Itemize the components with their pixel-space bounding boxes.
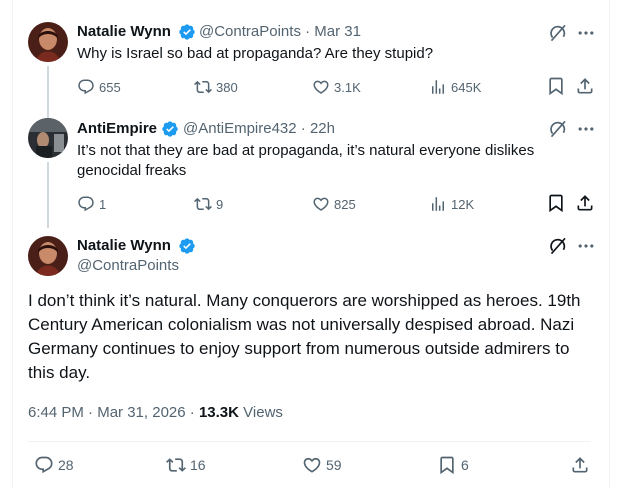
author-handle[interactable]: @AntiEmpire432 — [183, 120, 297, 137]
author-handle[interactable]: @ContraPoints — [199, 23, 301, 40]
share-icon — [575, 76, 595, 96]
like-count: 3.1K — [334, 79, 361, 95]
reply-count: 655 — [99, 79, 121, 95]
reply-icon — [77, 78, 95, 96]
grok-icon[interactable] — [548, 23, 568, 43]
verified-badge-icon — [161, 120, 179, 138]
grok-icon[interactable] — [548, 236, 568, 256]
author-name[interactable]: Natalie Wynn — [77, 22, 171, 42]
post-date[interactable]: Mar 31, 2026 — [97, 404, 185, 421]
reply-count: 28 — [58, 457, 74, 473]
views-button[interactable]: 645K — [429, 77, 481, 97]
share-icon — [575, 193, 595, 213]
tweet-text: Why is Israel so bad at propaganda? Are … — [77, 45, 434, 62]
share-button[interactable] — [575, 193, 595, 213]
reply-button[interactable]: 28 — [34, 455, 74, 475]
bookmark-button[interactable]: 6 — [437, 455, 469, 475]
like-icon — [312, 195, 330, 213]
verified-badge-icon — [178, 23, 196, 41]
share-button[interactable] — [575, 76, 595, 96]
tweet-text: It’s not that they are bad at propaganda… — [77, 142, 535, 179]
reply-icon — [34, 455, 54, 475]
views-count: 645K — [451, 79, 482, 95]
thread-connector-line — [47, 66, 49, 118]
tweet-meta: @ContraPoints · Mar 31 — [199, 22, 361, 42]
views-button[interactable]: 12K — [429, 194, 474, 214]
repost-icon — [194, 78, 212, 96]
like-button[interactable]: 59 — [302, 455, 342, 475]
views-label: Views — [243, 404, 283, 421]
author-name[interactable]: AntiEmpire — [77, 119, 157, 139]
bookmark-count: 6 — [461, 457, 469, 473]
bookmark-button[interactable] — [546, 76, 566, 96]
verified-badge-icon — [178, 237, 196, 255]
avatar-antiempire[interactable] — [28, 118, 68, 158]
divider — [28, 441, 591, 442]
meta-separator: · — [300, 120, 306, 137]
tweet-date[interactable]: 22h — [310, 120, 335, 137]
author-name[interactable]: Natalie Wynn — [77, 236, 171, 256]
author-handle[interactable]: @ContraPoints — [77, 256, 179, 276]
avatar-natalie-wynn[interactable] — [28, 22, 68, 62]
like-count: 825 — [334, 196, 356, 212]
views-total: 13.3K — [198, 404, 239, 421]
repost-button[interactable]: 16 — [166, 455, 206, 475]
main-post-text: I don’t think it’s natural. Many conquer… — [28, 291, 581, 382]
avatar-natalie-wynn[interactable] — [28, 236, 68, 276]
tweet-meta: @AntiEmpire432 · 22h — [183, 119, 335, 139]
more-icon[interactable] — [576, 119, 596, 139]
bookmark-button[interactable] — [546, 193, 566, 213]
bookmark-icon — [437, 455, 457, 475]
repost-icon — [166, 455, 186, 475]
repost-count: 16 — [190, 457, 206, 473]
grok-icon[interactable] — [548, 119, 568, 139]
repost-count: 380 — [216, 79, 238, 95]
like-button[interactable]: 3.1K — [312, 77, 361, 97]
reply-icon — [77, 195, 95, 213]
post-time[interactable]: 6:44 PM — [28, 404, 84, 421]
meta-separator: · — [305, 23, 311, 40]
tweet-date[interactable]: Mar 31 — [314, 23, 361, 40]
meta-separator: · — [189, 404, 195, 421]
views-icon — [429, 195, 447, 213]
reply-button[interactable]: 1 — [77, 194, 106, 214]
like-count: 59 — [326, 457, 342, 473]
like-icon — [302, 455, 322, 475]
views-icon — [429, 78, 447, 96]
repost-button[interactable]: 9 — [194, 194, 223, 214]
bookmark-icon — [546, 193, 566, 213]
repost-icon — [194, 195, 212, 213]
reply-count: 1 — [99, 196, 107, 212]
like-icon — [312, 78, 330, 96]
reply-button[interactable]: 655 — [77, 77, 121, 97]
repost-button[interactable]: 380 — [194, 77, 238, 97]
like-button[interactable]: 825 — [312, 194, 356, 214]
meta-separator: · — [88, 404, 94, 421]
post-timestamp: 6:44 PM · Mar 31, 2026 · 13.3K Views — [28, 403, 283, 423]
thread-connector-line — [47, 162, 49, 228]
repost-count: 9 — [216, 196, 224, 212]
share-icon — [570, 455, 590, 475]
more-icon[interactable] — [576, 23, 596, 43]
bookmark-icon — [546, 76, 566, 96]
more-icon[interactable] — [576, 236, 596, 256]
share-button[interactable] — [570, 455, 590, 475]
views-count: 12K — [451, 196, 475, 212]
